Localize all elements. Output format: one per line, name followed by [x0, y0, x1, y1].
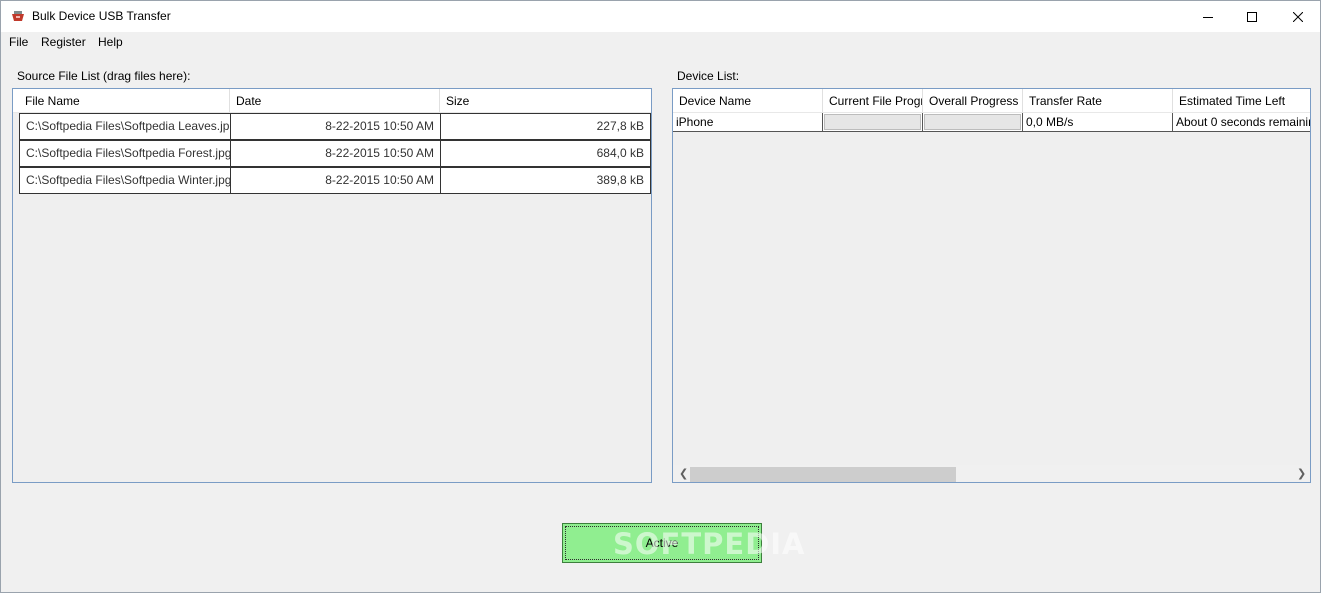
date-cell: 8-22-2015 10:50 AM — [231, 141, 441, 166]
chevron-left-icon[interactable]: ❮ — [679, 467, 688, 480]
table-row[interactable]: C:\Softpedia Files\Softpedia Leaves.jpg … — [19, 113, 651, 140]
device-name-cell: iPhone — [673, 113, 823, 132]
column-header-size[interactable]: Size — [440, 89, 651, 113]
table-row[interactable]: iPhone 0,0 MB/s About 0 seconds remainin… — [673, 113, 1310, 132]
overall-progress-cell — [923, 113, 1023, 132]
source-list-label: Source File List (drag files here): — [17, 69, 191, 83]
file-name-cell: C:\Softpedia Files\Softpedia Winter.jpg — [20, 168, 231, 193]
close-icon — [1293, 11, 1303, 22]
estimated-time-left-cell: About 0 seconds remaining — [1173, 113, 1310, 132]
table-row[interactable]: C:\Softpedia Files\Softpedia Forest.jpg … — [19, 140, 651, 167]
active-button[interactable]: Active — [562, 523, 762, 563]
column-header-date[interactable]: Date — [230, 89, 440, 113]
menu-help[interactable]: Help — [98, 35, 123, 49]
table-row[interactable]: C:\Softpedia Files\Softpedia Winter.jpg … — [19, 167, 651, 194]
menu-file[interactable]: File — [9, 35, 28, 49]
device-list[interactable]: Device Name Current File Progress Overal… — [672, 88, 1311, 483]
chevron-right-icon[interactable]: ❯ — [1297, 467, 1306, 480]
close-button[interactable] — [1275, 1, 1321, 32]
active-button-label: Active — [645, 536, 679, 550]
current-file-progress-cell — [823, 113, 923, 132]
maximize-button[interactable] — [1229, 1, 1275, 32]
column-header-overall-progress[interactable]: Overall Progress — [923, 89, 1023, 113]
overall-progress-bar — [924, 114, 1021, 130]
date-cell: 8-22-2015 10:50 AM — [231, 114, 441, 139]
column-header-current-file-progress[interactable]: Current File Progress — [823, 89, 923, 113]
column-header-estimated-time-left[interactable]: Estimated Time Left — [1173, 89, 1310, 113]
size-cell: 684,0 kB — [596, 146, 644, 160]
current-file-progress-bar — [824, 114, 921, 130]
size-cell: 389,8 kB — [596, 173, 644, 187]
transfer-rate-cell: 0,0 MB/s — [1023, 113, 1173, 132]
column-header-transfer-rate[interactable]: Transfer Rate — [1023, 89, 1173, 113]
file-name-cell: C:\Softpedia Files\Softpedia Forest.jpg — [20, 141, 231, 166]
minimize-icon — [1203, 16, 1213, 18]
source-file-list[interactable]: File Name Date Size C:\Softpedia Files\S… — [12, 88, 652, 483]
date-cell: 8-22-2015 10:50 AM — [231, 168, 441, 193]
menu-register[interactable]: Register — [41, 35, 86, 49]
maximize-icon — [1247, 11, 1257, 22]
menu-bar: File Register Help — [1, 32, 1320, 52]
minimize-button[interactable] — [1185, 1, 1231, 32]
column-header-device-name[interactable]: Device Name — [673, 89, 823, 113]
device-list-label: Device List: — [677, 69, 740, 83]
size-cell: 227,8 kB — [596, 119, 644, 133]
usb-transfer-app-icon — [12, 11, 24, 21]
scrollbar-thumb[interactable] — [690, 467, 956, 482]
column-header-file-name[interactable]: File Name — [19, 89, 230, 113]
device-header: Device Name Current File Progress Overal… — [673, 89, 1310, 113]
window-title: Bulk Device USB Transfer — [32, 9, 171, 23]
title-bar[interactable]: Bulk Device USB Transfer — [1, 1, 1320, 32]
source-header: File Name Date Size — [13, 89, 651, 113]
app-window: Bulk Device USB Transfer File Register H… — [0, 0, 1321, 593]
file-name-cell: C:\Softpedia Files\Softpedia Leaves.jpg — [20, 114, 231, 139]
horizontal-scrollbar[interactable]: ❮ ❯ — [673, 465, 1310, 482]
